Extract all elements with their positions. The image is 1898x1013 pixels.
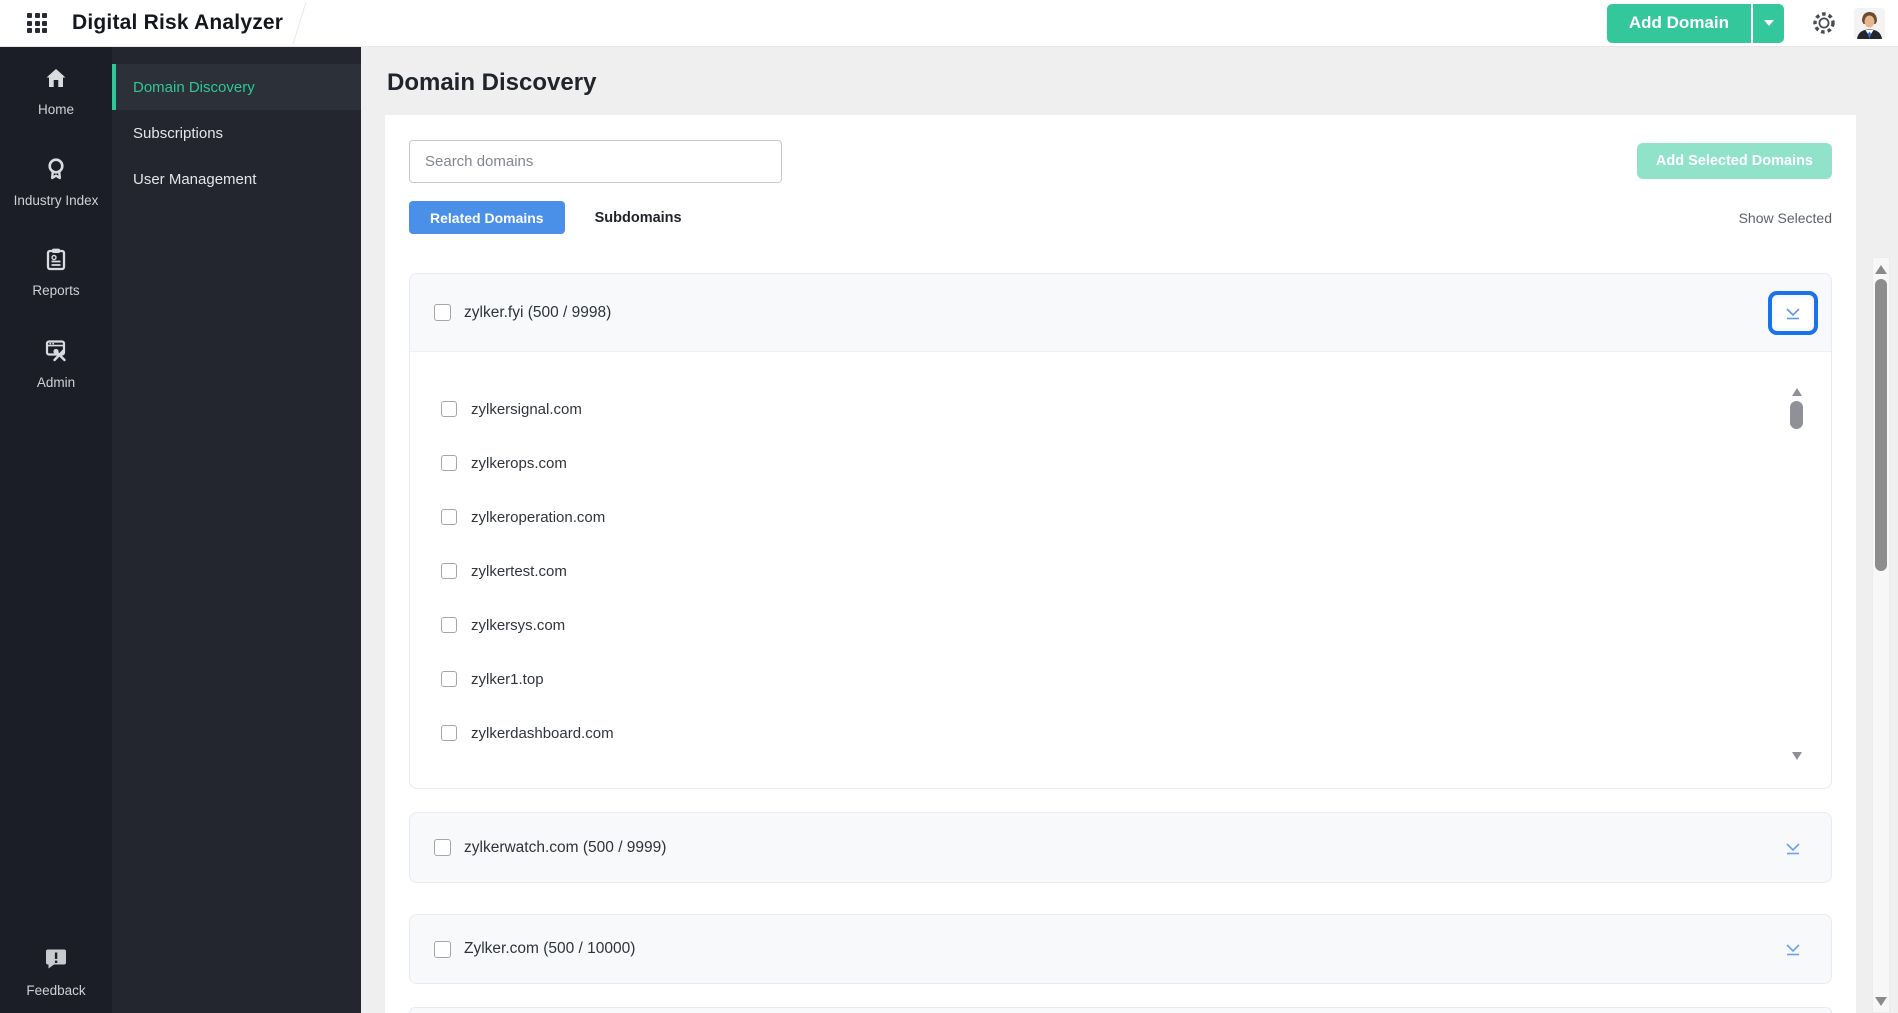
- subnav-item-domain-discovery[interactable]: Domain Discovery: [112, 64, 361, 110]
- domain-checkbox[interactable]: [441, 455, 457, 471]
- sidebar-item-reports[interactable]: Reports: [0, 246, 112, 301]
- domain-list-item[interactable]: zylkersys.com: [441, 598, 1771, 652]
- domain-group-card-partial: [409, 1007, 1832, 1013]
- scroll-down-arrow[interactable]: [1791, 752, 1802, 760]
- domain-label: zylkersignal.com: [471, 400, 582, 418]
- scroll-down-arrow[interactable]: [1875, 997, 1887, 1006]
- chevron-collapse-icon: [1786, 842, 1800, 854]
- domain-label: zylker1.top: [471, 670, 544, 688]
- sidebar-item-feedback[interactable]: Feedback: [0, 946, 112, 1001]
- browser-tools-icon: [45, 340, 66, 361]
- home-icon: [46, 69, 66, 87]
- subnav-item-subscriptions[interactable]: Subscriptions: [112, 110, 361, 156]
- scrollbar-thumb[interactable]: [1875, 279, 1887, 571]
- inner-scrollbar[interactable]: [1789, 388, 1804, 760]
- add-domain-dropdown-button[interactable]: [1753, 3, 1784, 43]
- group-checkbox[interactable]: [434, 940, 451, 958]
- sidebar-label: Feedback: [26, 983, 86, 999]
- sidebar-label: Reports: [32, 283, 80, 299]
- domain-group-card: zylker.fyi (500 / 9998) zylkersignal.com: [409, 273, 1832, 789]
- domain-list-item[interactable]: zylkertest.com: [441, 544, 1771, 598]
- primary-sidebar: Home Industry Index Reports Admin Feedba…: [0, 47, 112, 1013]
- scroll-up-arrow[interactable]: [1875, 265, 1887, 274]
- tab-related-domains[interactable]: Related Domains: [409, 201, 565, 234]
- chevron-collapse-icon: [1786, 944, 1800, 956]
- chevron-collapse-icon: [1786, 307, 1800, 319]
- domain-label: zylkersys.com: [471, 616, 566, 634]
- domain-label: zylkerdashboard.com: [471, 724, 614, 742]
- page-title: Domain Discovery: [387, 69, 597, 96]
- tab-subdomains[interactable]: Subdomains: [595, 210, 682, 226]
- settings-button[interactable]: [1811, 10, 1837, 36]
- group-label: Zylker.com (500 / 10000): [464, 940, 636, 957]
- main-content: Domain Discovery Add Selected Domains Re…: [361, 47, 1898, 1013]
- topbar: Digital Risk Analyzer Add Domain: [0, 0, 1898, 47]
- show-selected-link[interactable]: Show Selected: [1739, 210, 1832, 226]
- domain-group-header[interactable]: Zylker.com (500 / 10000): [410, 915, 1831, 983]
- group-label: zylker.fyi (500 / 9998): [464, 303, 612, 321]
- clipboard-icon: [46, 248, 66, 271]
- collapse-group-button[interactable]: [1768, 290, 1818, 335]
- sidebar-item-industry-index[interactable]: Industry Index: [0, 156, 112, 211]
- expand-group-button[interactable]: [1775, 934, 1811, 964]
- subnav-label: Subscriptions: [133, 124, 224, 142]
- subnav-label: Domain Discovery: [133, 78, 255, 96]
- feedback-bubble-icon: [46, 949, 66, 969]
- expand-group-button[interactable]: [1775, 833, 1811, 863]
- group-checkbox[interactable]: [434, 304, 451, 321]
- domain-list-item[interactable]: zylker1.top: [441, 652, 1771, 706]
- domain-checkbox[interactable]: [441, 617, 457, 633]
- apps-grid-icon[interactable]: [27, 13, 47, 33]
- sidebar-label: Industry Index: [13, 192, 99, 208]
- app-title: Digital Risk Analyzer: [72, 11, 284, 34]
- domain-label: zylkerops.com: [471, 454, 567, 472]
- domain-group-body: zylkersignal.com zylkerops.com zylkerope…: [410, 351, 1831, 788]
- scroll-up-arrow[interactable]: [1791, 388, 1802, 396]
- gear-icon: [1813, 12, 1835, 34]
- sidebar-item-admin[interactable]: Admin: [0, 337, 112, 393]
- secondary-sidebar: Domain Discovery Subscriptions User Mana…: [112, 47, 361, 1013]
- domain-checkbox[interactable]: [441, 563, 457, 579]
- domain-checkbox[interactable]: [441, 509, 457, 525]
- add-domain-button[interactable]: Add Domain: [1606, 3, 1751, 43]
- domain-label: zylkeroperation.com: [471, 508, 606, 526]
- sidebar-item-home[interactable]: Home: [0, 65, 112, 120]
- domain-list-item[interactable]: zylkersignal.com: [441, 382, 1771, 436]
- domain-checkbox[interactable]: [441, 725, 457, 741]
- domain-checkbox[interactable]: [441, 401, 457, 417]
- domain-group-card: zylkerwatch.com (500 / 9999): [409, 812, 1832, 883]
- domain-group-card: Zylker.com (500 / 10000): [409, 914, 1832, 984]
- add-selected-domains-button[interactable]: Add Selected Domains: [1636, 143, 1832, 179]
- outer-scrollbar[interactable]: [1872, 257, 1890, 1013]
- domain-list-item[interactable]: zylkerdashboard.com: [441, 706, 1771, 760]
- medal-icon: [48, 157, 64, 179]
- domain-list-item[interactable]: zylkerops.com: [441, 436, 1771, 490]
- domain-group-header[interactable]: zylker.fyi (500 / 9998): [410, 274, 1831, 351]
- caret-down-icon: [1763, 20, 1774, 26]
- sidebar-label: Home: [37, 102, 74, 117]
- group-label: zylkerwatch.com (500 / 9999): [464, 838, 667, 856]
- subnav-label: User Management: [133, 170, 257, 188]
- sidebar-label: Admin: [36, 374, 76, 390]
- domain-list-item[interactable]: zylkeroperation.com: [441, 490, 1771, 544]
- group-checkbox[interactable]: [434, 839, 451, 856]
- user-avatar[interactable]: [1854, 7, 1885, 39]
- domain-discovery-panel: Add Selected Domains Related Domains Sub…: [385, 115, 1856, 1013]
- scrollbar-thumb[interactable]: [1790, 401, 1803, 429]
- avatar-image: [1854, 7, 1885, 39]
- domain-label: zylkertest.com: [471, 562, 567, 580]
- search-input[interactable]: [409, 140, 782, 183]
- subnav-item-user-management[interactable]: User Management: [112, 156, 361, 202]
- domain-group-header[interactable]: zylkerwatch.com (500 / 9999): [410, 813, 1831, 882]
- divider: [292, 1, 307, 45]
- domain-checkbox[interactable]: [441, 671, 457, 687]
